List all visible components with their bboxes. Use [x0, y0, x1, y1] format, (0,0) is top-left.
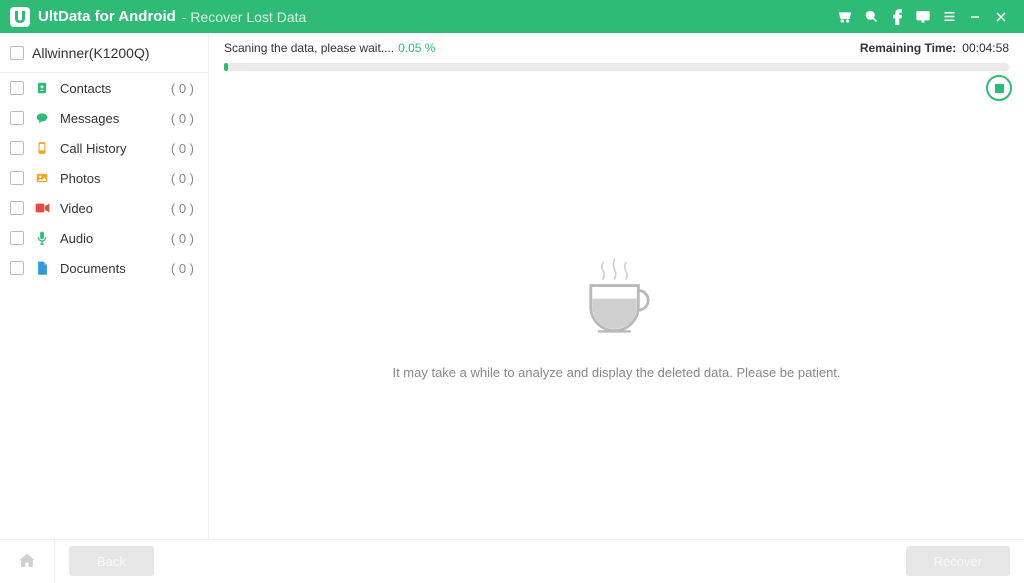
category-count: ( 0 ): [171, 81, 194, 96]
search-icon[interactable]: [858, 0, 884, 33]
category-label: Messages: [60, 111, 161, 126]
cart-icon[interactable]: [832, 0, 858, 33]
category-label: Video: [60, 201, 161, 216]
main-area: Scaning the data, please wait.... 0.05 %…: [209, 33, 1024, 539]
callhistory-icon: [34, 140, 50, 156]
app-title: UltData for Android: [38, 8, 176, 25]
category-row-documents[interactable]: Documents ( 0 ): [0, 253, 208, 283]
category-count: ( 0 ): [171, 201, 194, 216]
contacts-icon: [34, 80, 50, 96]
feedback-icon[interactable]: [910, 0, 936, 33]
category-checkbox[interactable]: [10, 171, 24, 185]
coffee-cup-icon: [576, 256, 658, 341]
category-count: ( 0 ): [171, 171, 194, 186]
category-row-photos[interactable]: Photos ( 0 ): [0, 163, 208, 193]
progress-bar: [224, 63, 1009, 71]
remaining-time-value: 00:04:58: [962, 41, 1009, 55]
category-count: ( 0 ): [171, 261, 194, 276]
category-label: Contacts: [60, 81, 161, 96]
titlebar: UltData for Android - Recover Lost Data: [0, 0, 1024, 33]
progress-fill: [224, 63, 228, 71]
category-checkbox[interactable]: [10, 261, 24, 275]
category-checkbox[interactable]: [10, 111, 24, 125]
close-icon[interactable]: [988, 0, 1014, 33]
sidebar: Allwinner(K1200Q) Contacts ( 0 ) Messages (…: [0, 33, 209, 539]
remaining-time-label: Remaining Time:: [860, 41, 956, 55]
category-label: Audio: [60, 231, 161, 246]
back-button[interactable]: Back: [69, 546, 154, 576]
recover-button[interactable]: Recover: [906, 546, 1010, 576]
footer: Back Recover: [0, 539, 1024, 582]
audio-icon: [34, 230, 50, 246]
category-row-contacts[interactable]: Contacts ( 0 ): [0, 73, 208, 103]
wait-message: It may take a while to analyze and displ…: [209, 365, 1024, 380]
category-label: Call History: [60, 141, 161, 156]
photos-icon: [34, 170, 50, 186]
stop-button[interactable]: [986, 75, 1012, 101]
facebook-icon[interactable]: [884, 0, 910, 33]
category-count: ( 0 ): [171, 141, 194, 156]
category-label: Documents: [60, 261, 161, 276]
documents-icon: [34, 260, 50, 276]
messages-icon: [34, 110, 50, 126]
status-percent: 0.05 %: [398, 41, 435, 55]
category-label: Photos: [60, 171, 161, 186]
category-row-audio[interactable]: Audio ( 0 ): [0, 223, 208, 253]
category-row-messages[interactable]: Messages ( 0 ): [0, 103, 208, 133]
minimize-icon[interactable]: [962, 0, 988, 33]
category-row-video[interactable]: Video ( 0 ): [0, 193, 208, 223]
device-checkbox[interactable]: [10, 46, 24, 60]
menu-icon[interactable]: [936, 0, 962, 33]
category-checkbox[interactable]: [10, 81, 24, 95]
device-name: Allwinner(K1200Q): [32, 45, 150, 61]
app-logo-icon: [10, 7, 30, 27]
app-subtitle: - Recover Lost Data: [182, 9, 307, 25]
category-count: ( 0 ): [171, 111, 194, 126]
category-checkbox[interactable]: [10, 141, 24, 155]
category-checkbox[interactable]: [10, 201, 24, 215]
home-button[interactable]: [14, 548, 40, 574]
category-checkbox[interactable]: [10, 231, 24, 245]
video-icon: [34, 200, 50, 216]
device-row[interactable]: Allwinner(K1200Q): [0, 33, 208, 73]
category-count: ( 0 ): [171, 231, 194, 246]
category-row-call-history[interactable]: Call History ( 0 ): [0, 133, 208, 163]
status-text: Scaning the data, please wait....: [224, 41, 394, 55]
